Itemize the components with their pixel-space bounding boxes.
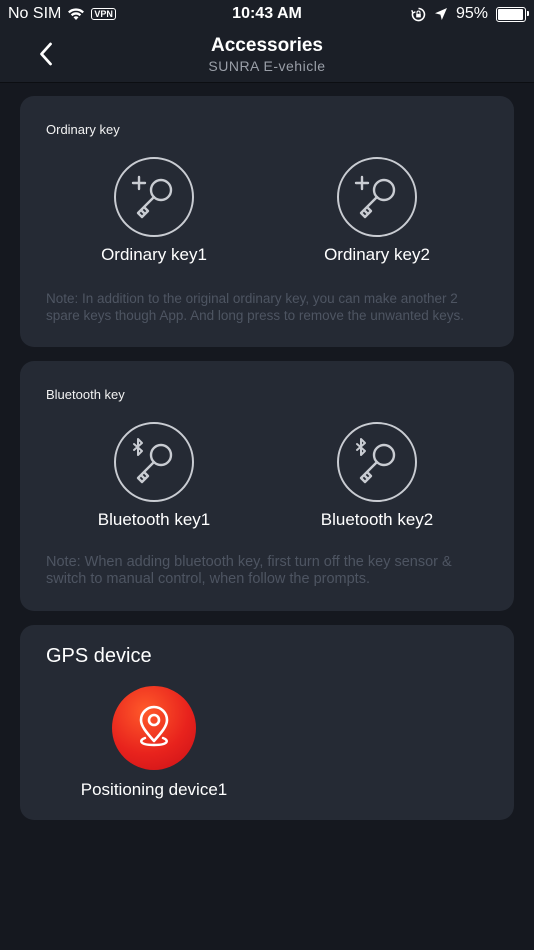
bluetooth-key-card: Bluetooth key Bluetooth key1 Bluetooth k…: [20, 361, 514, 611]
ordinary-key1-button[interactable]: Ordinary key1: [54, 157, 254, 265]
ordinary-key1-label: Ordinary key1: [101, 245, 207, 264]
bluetooth-key-icon: [337, 422, 417, 502]
battery-percent: 95%: [455, 5, 488, 22]
rotation-lock-icon: [411, 7, 426, 21]
positioning-device1-button[interactable]: Positioning device1: [54, 686, 254, 800]
gps-device-title: GPS device: [46, 645, 152, 667]
bluetooth-key-icon: [114, 422, 194, 502]
battery-icon: [496, 6, 529, 22]
page-title: Accessories: [211, 35, 323, 56]
bluetooth-key2-button[interactable]: Bluetooth key2: [277, 422, 477, 530]
ordinary-key-note: Note: In addition to the original ordina…: [46, 291, 465, 323]
key-add-icon: [114, 157, 194, 237]
bluetooth-key-title: Bluetooth key: [46, 387, 125, 402]
bluetooth-key1-label: Bluetooth key1: [97, 510, 211, 529]
ordinary-key2-button[interactable]: Ordinary key2: [277, 157, 477, 265]
positioning-device1-label: Positioning device1: [80, 780, 228, 799]
key-add-icon: [337, 157, 417, 237]
bluetooth-key-note: Note: When adding bluetooth key, first t…: [46, 554, 452, 587]
status-bar: No SIM VPN 10:43 AM 95%: [0, 0, 534, 28]
battery-tip: [527, 10, 529, 16]
ordinary-key-title: Ordinary key: [46, 122, 120, 137]
status-right: 95%: [411, 5, 529, 23]
ordinary-key2-label: Ordinary key2: [324, 245, 430, 264]
gps-device-card: GPS device Positioning device1: [20, 625, 514, 820]
ordinary-key-card: Ordinary key Ordinary key1 Ordinary key2…: [20, 96, 514, 347]
location-arrow-icon: [434, 8, 447, 20]
page-subtitle: SUNRA E-vehicle: [208, 58, 326, 74]
location-pin-icon: [112, 686, 196, 770]
battery-fill: [498, 8, 523, 20]
nav-bar: Accessories SUNRA E-vehicle: [0, 28, 534, 82]
bluetooth-key1-button[interactable]: Bluetooth key1: [54, 422, 254, 530]
bluetooth-key2-label: Bluetooth key2: [320, 510, 434, 529]
